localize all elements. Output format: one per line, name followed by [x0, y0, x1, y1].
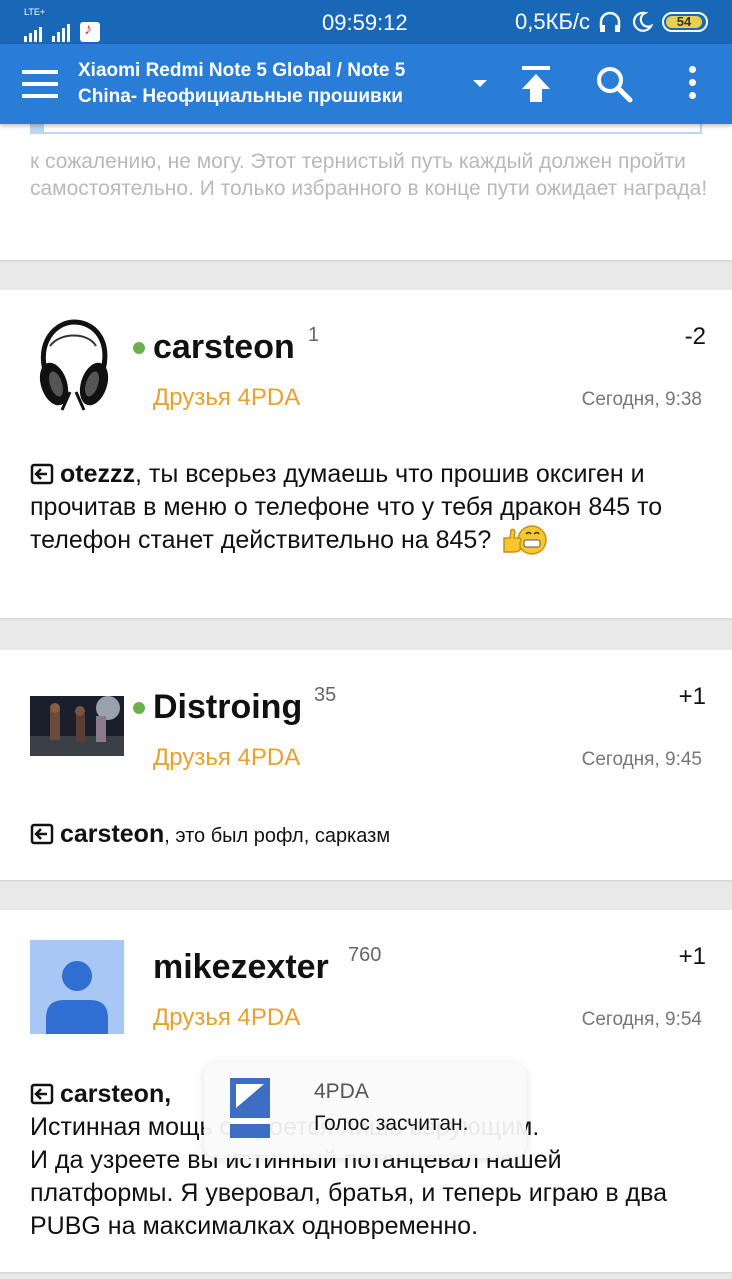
online-indicator [133, 702, 145, 714]
menu-icon[interactable] [22, 70, 58, 98]
post-score[interactable]: -2 [685, 323, 706, 351]
online-indicator [133, 342, 145, 354]
user-group: Друзья 4PDA [153, 384, 301, 411]
username[interactable]: Distroing [153, 688, 302, 727]
thumbs-up-smile-emoji [503, 525, 547, 555]
post-date: Сегодня, 9:54 [581, 1009, 702, 1030]
music-app-icon [80, 21, 100, 42]
previous-post-text: к сожалению, не могу. Этот тернистый пут… [30, 150, 708, 200]
headphones-icon [599, 11, 621, 32]
scroll-to-top-icon[interactable] [516, 62, 556, 106]
post-date: Сегодня, 9:38 [581, 389, 702, 410]
quote-box-fragment [30, 124, 702, 134]
post-text: И да узреете вы истинный потанцевал наше… [30, 1146, 668, 1240]
clock: 09:59:12 [322, 10, 408, 35]
topic-title[interactable]: Xiaomi Redmi Note 5 Global / Note 5 Chin… [78, 58, 458, 110]
username[interactable]: carsteon [153, 328, 295, 367]
username[interactable]: mikezexter [153, 948, 329, 987]
post-card: Distroing 35 Друзья 4PDA +1 Сегодня, 9:4… [0, 650, 732, 880]
user-avatar[interactable] [30, 318, 116, 412]
signal-icon [52, 22, 70, 42]
network-speed: 0,5КБ/с [515, 9, 590, 34]
reply-quote-icon[interactable] [30, 1083, 54, 1105]
status-bar: LTE+ 09:59:12 0,5КБ/с 54 [0, 0, 732, 44]
user-group: Друзья 4PDA [153, 744, 301, 771]
post-body: carsteon, это был рофл, сарказм [30, 818, 700, 853]
reply-quote-icon[interactable] [30, 463, 54, 485]
dropdown-arrow-icon[interactable] [473, 80, 487, 87]
network-type: LTE+ [24, 7, 46, 17]
post-date: Сегодня, 9:45 [581, 749, 702, 770]
moon-icon [633, 11, 654, 32]
reply-to-user[interactable]: otezzz [60, 460, 135, 488]
4pda-logo-icon [230, 1078, 270, 1138]
user-avatar[interactable] [30, 940, 124, 1034]
search-icon[interactable] [594, 64, 634, 104]
battery-icon: 54 [662, 12, 708, 32]
post-card: carsteon 1 Друзья 4PDA -2 Сегодня, 9:38 … [0, 290, 732, 618]
previous-post-card: к сожалению, не могу. Этот тернистый пут… [0, 124, 732, 260]
reputation[interactable]: 1 [308, 324, 319, 347]
status-left-icons: LTE+ [24, 7, 100, 42]
toast-app-name: 4PDA [314, 1080, 369, 1103]
status-right-icons: 0,5КБ/с 54 [515, 9, 708, 35]
reply-quote-icon[interactable] [30, 823, 54, 845]
app-bar: Xiaomi Redmi Note 5 Global / Note 5 Chin… [0, 44, 732, 124]
toast-notification: 4PDA Голос засчитан. [204, 1062, 526, 1158]
post-text: , это был рофл, сарказм [164, 825, 391, 847]
reply-to-user[interactable]: carsteon [60, 820, 164, 848]
post-score[interactable]: +1 [679, 683, 706, 711]
user-group: Друзья 4PDA [153, 1004, 301, 1031]
reply-to-user[interactable]: carsteon, [60, 1080, 171, 1108]
user-avatar[interactable] [30, 696, 124, 756]
toast-message: Голос засчитан. [314, 1112, 469, 1135]
post-body: otezzz, ты всерьез думаешь что прошив ок… [30, 458, 700, 557]
post-score[interactable]: +1 [679, 943, 706, 971]
reputation[interactable]: 760 [348, 944, 381, 967]
reputation[interactable]: 35 [314, 684, 336, 707]
lte-signal-icon: LTE+ [24, 7, 46, 42]
more-options-icon[interactable] [680, 66, 704, 106]
battery-level: 54 [676, 14, 692, 29]
